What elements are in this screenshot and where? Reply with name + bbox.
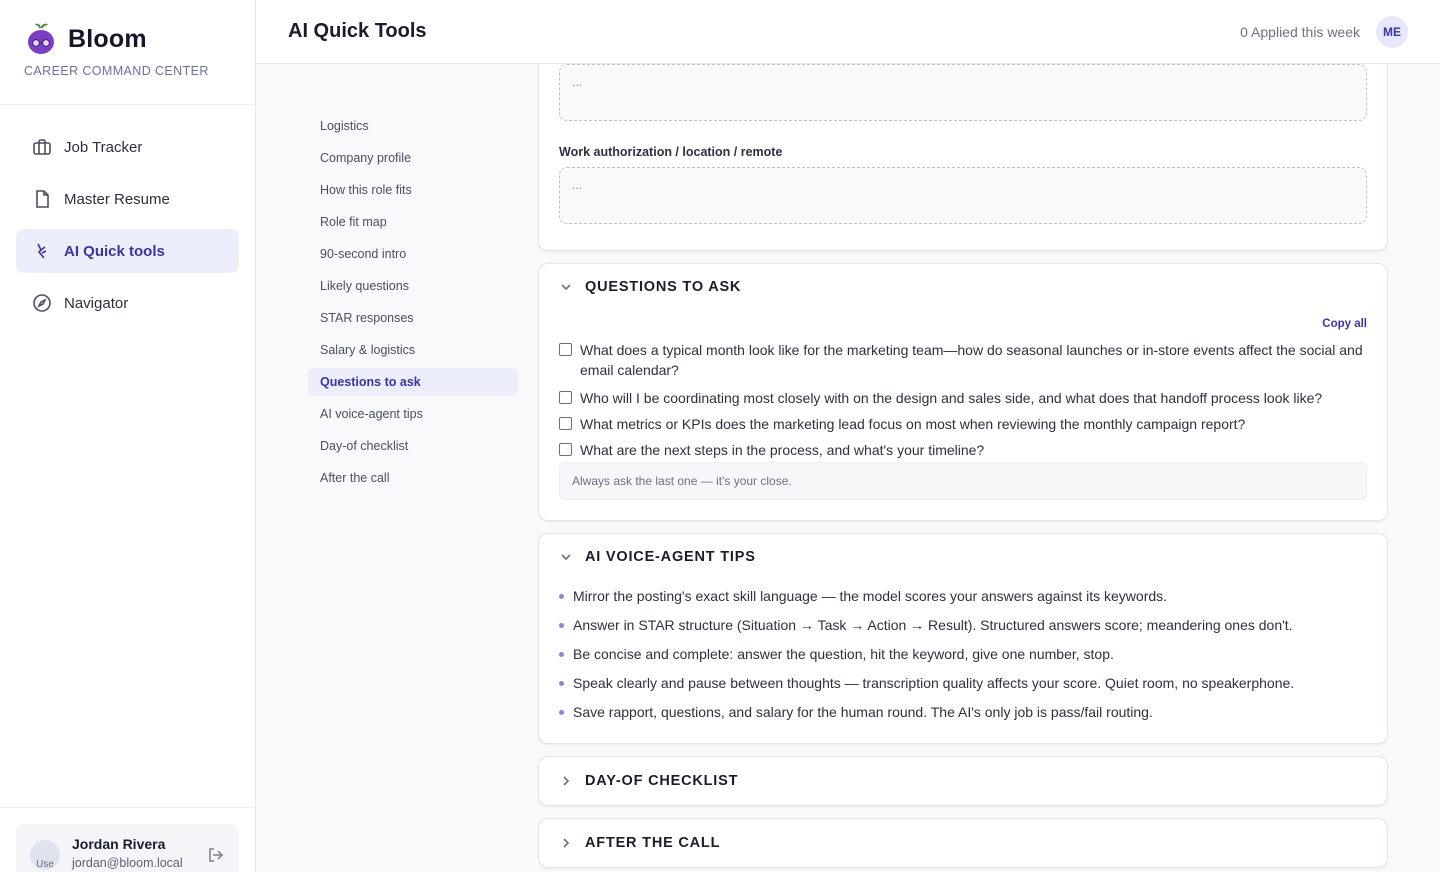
question-item: What metrics or KPIs does the marketing … (559, 414, 1367, 434)
bullet (559, 623, 564, 628)
tip-text: Answer in STAR structure (Situation → Ta… (573, 617, 1293, 633)
question-text: What does a typical month look like for … (580, 342, 1363, 378)
page-title: AI Quick Tools (288, 20, 427, 42)
logistics-card: ... Work authorization / location / remo… (538, 64, 1388, 251)
document-icon (36, 190, 49, 208)
question-item: What does a typical month look like for … (559, 340, 1367, 380)
spark-icon (37, 243, 47, 259)
question-text: Who will I be coordinating most closely … (580, 390, 1323, 406)
avatar-alt-text: Use (36, 859, 54, 870)
question-item: What are the next steps in the process, … (559, 440, 1367, 460)
bullet (559, 594, 564, 599)
tip-text: Mirror the posting's exact skill languag… (573, 588, 1168, 604)
briefcase-icon (33, 139, 51, 155)
tip-item: Answer in STAR structure (Situation → Ta… (559, 615, 1367, 644)
section-link-company-profile[interactable]: Company profile (308, 144, 518, 172)
section-link-day-of-checklist[interactable]: Day-of checklist (308, 432, 518, 460)
card-title: QUESTIONS TO ASK (585, 279, 742, 295)
logistics-textarea[interactable]: ... (559, 64, 1367, 121)
bloom-logo-icon (24, 22, 58, 56)
day-of-checklist-card: DAY-OF CHECKLIST (538, 756, 1388, 806)
tip-text: Save rapport, questions, and salary for … (573, 704, 1153, 720)
card-title: DAY-OF CHECKLIST (585, 773, 739, 789)
after-call-card-header[interactable]: AFTER THE CALL (559, 819, 720, 867)
question-text: What are the next steps in the process, … (580, 442, 985, 458)
nav-item-ai-quick-tools[interactable]: AI Quick tools (16, 229, 239, 273)
logout-icon[interactable] (207, 846, 225, 869)
tips-card-header[interactable]: AI VOICE-AGENT TIPS (559, 534, 756, 580)
tip-item: Speak clearly and pause between thoughts… (559, 673, 1367, 702)
bullet (559, 710, 564, 715)
section-link-role-fits[interactable]: How this role fits (308, 176, 518, 204)
user-name: Jordan Rivera (72, 836, 166, 852)
section-link-likely-questions[interactable]: Likely questions (308, 272, 518, 300)
nav-label: Job Tracker (64, 138, 143, 156)
questions-card-header[interactable]: QUESTIONS TO ASK (559, 264, 741, 310)
compass-icon (33, 294, 51, 312)
question-text: What metrics or KPIs does the marketing … (580, 416, 1246, 432)
nav-item-job-tracker[interactable]: Job Tracker (16, 125, 239, 169)
nav-label: Navigator (64, 294, 129, 312)
brand: Bloom CAREER COMMAND CENTER (0, 0, 255, 105)
user-avatar-button[interactable]: ME (1376, 15, 1408, 48)
question-item: Who will I be coordinating most closely … (559, 388, 1367, 408)
checklist-card-header[interactable]: DAY-OF CHECKLIST (559, 757, 738, 805)
tip-item: Save rapport, questions, and salary for … (559, 702, 1367, 731)
chevron-right-icon (563, 776, 570, 786)
section-link-after-the-call[interactable]: After the call (308, 464, 518, 492)
tips-list: Mirror the posting's exact skill languag… (559, 586, 1367, 731)
tip-text: Speak clearly and pause between thoughts… (573, 675, 1295, 691)
section-link-questions-to-ask[interactable]: Questions to ask (308, 368, 518, 396)
tip-item: Mirror the posting's exact skill languag… (559, 586, 1367, 615)
work-auth-textarea[interactable]: ... (559, 167, 1367, 224)
section-link-intro[interactable]: 90-second intro (308, 240, 518, 268)
questions-to-ask-card: QUESTIONS TO ASK Copy all What does a ty… (538, 263, 1388, 521)
card-title: AFTER THE CALL (585, 835, 721, 851)
bullet (559, 681, 564, 686)
work-auth-label: Work authorization / location / remote (559, 145, 783, 159)
section-link-star-responses[interactable]: STAR responses (308, 304, 518, 332)
chevron-right-icon (563, 838, 570, 848)
chevron-down-icon (561, 284, 571, 291)
section-nav: Logistics Company profile How this role … (308, 112, 518, 496)
copy-all-button[interactable]: Copy all (1322, 318, 1367, 330)
top-header: AI Quick Tools 0 Applied this week ME (256, 0, 1440, 64)
user-card: Use Jordan Rivera jordan@bloom.local (16, 824, 239, 872)
after-the-call-card: AFTER THE CALL (538, 818, 1388, 868)
brand-subtitle: CAREER COMMAND CENTER (24, 64, 209, 78)
card-title: AI VOICE-AGENT TIPS (585, 549, 756, 565)
questions-note: Always ask the last one — it's your clos… (559, 462, 1367, 500)
question-checkbox[interactable] (559, 343, 572, 356)
brand-name: Bloom (68, 24, 147, 53)
user-email: jordan@bloom.local (72, 856, 183, 870)
chevron-down-icon (561, 554, 571, 561)
sidebar-footer-divider (0, 807, 255, 808)
applied-counter: 0 Applied this week (1240, 23, 1360, 40)
question-checkbox[interactable] (559, 391, 572, 404)
question-checkbox[interactable] (559, 417, 572, 430)
main-content: ... Work authorization / location / remo… (538, 64, 1388, 872)
nav-label: AI Quick tools (64, 242, 165, 260)
section-link-role-fit-map[interactable]: Role fit map (308, 208, 518, 236)
section-link-salary-logistics[interactable]: Salary & logistics (308, 336, 518, 364)
section-link-voice-agent-tips[interactable]: AI voice-agent tips (308, 400, 518, 428)
section-link-logistics[interactable]: Logistics (308, 112, 518, 140)
nav-item-navigator[interactable]: Navigator (16, 281, 239, 325)
sidebar: Bloom CAREER COMMAND CENTER Job Tracker … (0, 0, 256, 872)
questions-list: What does a typical month look like for … (559, 340, 1367, 468)
nav-label: Master Resume (64, 190, 170, 208)
tip-text: Be concise and complete: answer the ques… (573, 646, 1114, 662)
tip-item: Be concise and complete: answer the ques… (559, 644, 1367, 673)
nav-item-master-resume[interactable]: Master Resume (16, 177, 239, 221)
main-nav: Job Tracker Master Resume AI Quick tools… (0, 105, 255, 353)
question-checkbox[interactable] (559, 443, 572, 456)
bullet (559, 652, 564, 657)
voice-agent-tips-card: AI VOICE-AGENT TIPS Mirror the posting's… (538, 533, 1388, 744)
avatar: Use (30, 840, 60, 870)
